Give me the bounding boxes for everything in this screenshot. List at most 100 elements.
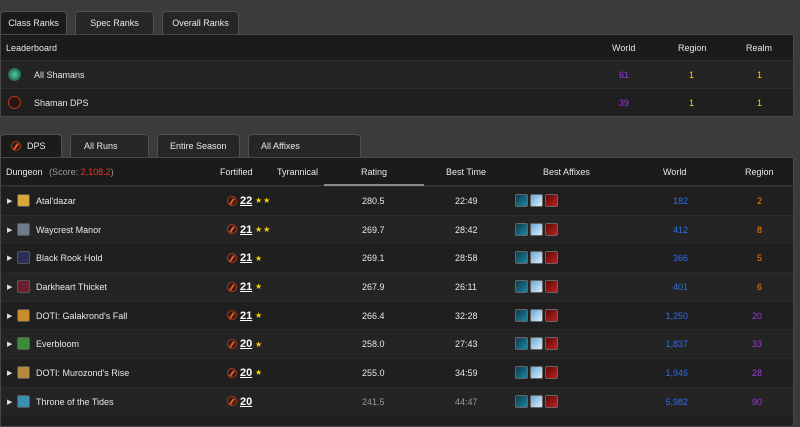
table-row[interactable]: ▶ Darkheart Thicket 21 ★ 267.9 26:11 401… [1,272,793,301]
best-time-value: 28:42 [455,224,478,235]
col-region: Region [678,42,707,53]
realm-rank: 1 [757,69,763,80]
tab-class-ranks[interactable]: Class Ranks [0,11,67,34]
affix-icon[interactable] [515,194,528,207]
affix-icon[interactable] [530,394,543,408]
affix-icon[interactable] [515,394,528,408]
keystone-level[interactable]: 21 [240,252,252,264]
tab-all-runs[interactable]: All Runs [70,134,149,157]
dungeon-name[interactable]: DOTI: Murozond's Rise [36,368,129,378]
col-region[interactable]: Region [745,167,774,177]
score-value: 2,108.2 [80,166,111,177]
tab-entire-season[interactable]: Entire Season [157,134,240,157]
rating-value: 269.7 [362,224,385,235]
expand-caret-icon[interactable]: ▶ [7,226,12,234]
best-time-value: 34:59 [455,367,478,378]
affix-icon[interactable] [515,366,528,380]
upgrade-stars: ★ [255,368,264,378]
affix-icon[interactable] [530,337,543,351]
col-tyrannical[interactable]: Tyrannical [277,167,318,177]
keystone-level[interactable]: 20 [240,367,252,379]
keystone-level[interactable]: 21 [240,224,252,236]
keystone-icon [227,310,237,321]
leaderboard-row-name: Shaman DPS [34,97,89,108]
expand-caret-icon[interactable]: ▶ [7,398,12,406]
upgrade-stars: ★★ [255,225,272,235]
affix-icon[interactable] [530,222,543,236]
dungeon-name[interactable]: Darkheart Thicket [36,282,107,292]
tab-overall-ranks[interactable]: Overall Ranks [162,11,239,34]
dungeon-rows: ▶ Atal'dazar 22 ★★ 280.5 22:49 182 2 ▶ W… [1,186,793,416]
tab-all-affixes[interactable]: All Affixes [248,134,361,157]
affix-icon[interactable] [545,194,558,207]
affix-icon[interactable] [545,308,558,322]
affix-icon[interactable] [515,222,528,236]
affix-icon[interactable] [530,308,543,322]
tab-label: All Affixes [261,141,300,151]
affix-icon[interactable] [545,394,558,408]
dungeon-name[interactable]: Everbloom [36,339,79,349]
expand-caret-icon[interactable]: ▶ [7,340,12,348]
affix-icon[interactable] [545,251,558,265]
affix-icon[interactable] [530,251,543,265]
expand-caret-icon[interactable]: ▶ [7,312,12,320]
affix-icon[interactable] [515,251,528,265]
affix-icon[interactable] [530,194,543,207]
keystone-level[interactable]: 21 [240,310,252,322]
table-row[interactable]: ▶ Black Rook Hold 21 ★ 269.1 28:58 366 5 [1,243,793,272]
col-best-affixes[interactable]: Best Affixes [543,167,590,177]
dungeon-icon [17,337,30,351]
keystone-level[interactable]: 20 [240,338,252,350]
expand-caret-icon[interactable]: ▶ [7,197,12,205]
col-rating[interactable]: Rating [361,167,387,177]
rating-value: 280.5 [362,195,385,206]
col-dungeon: Dungeon [6,166,43,177]
keystone-icon [227,253,237,263]
affix-icon[interactable] [545,366,558,380]
affix-icon[interactable] [515,337,528,351]
world-rank: 182 [672,195,688,206]
expand-caret-icon[interactable]: ▶ [7,254,12,262]
table-row[interactable]: ▶ DOTI: Murozond's Rise 20 ★ 255.0 34:59… [1,358,793,387]
affix-icon[interactable] [530,280,543,294]
dungeon-name[interactable]: DOTI: Galakrond's Fall [36,311,127,321]
table-row[interactable]: ▶ Throne of the Tides 20 241.5 44:47 5,9… [1,386,793,416]
tab-spec-ranks[interactable]: Spec Ranks [75,11,154,34]
upgrade-stars: ★ [255,339,264,349]
keystone-level[interactable]: 20 [240,396,252,408]
affix-icon[interactable] [530,366,543,380]
leaderboard-row[interactable]: Shaman DPS 39 1 1 [1,88,793,116]
region-rank: 6 [756,281,762,292]
dungeon-icon [17,194,30,207]
col-best-time[interactable]: Best Time [446,167,486,177]
expand-caret-icon[interactable]: ▶ [7,283,12,291]
dungeon-icon [17,366,30,380]
world-rank: 39 [619,97,630,108]
affix-icon[interactable] [545,337,558,351]
table-row[interactable]: ▶ DOTI: Galakrond's Fall 21 ★ 266.4 32:2… [1,300,793,330]
affix-icon[interactable] [545,280,558,294]
tab-dps[interactable]: DPS [0,134,62,157]
world-rank: 1,250 [665,310,688,321]
keystone-level[interactable]: 22 [240,195,252,207]
table-row[interactable]: ▶ Atal'dazar 22 ★★ 280.5 22:49 182 2 [1,186,793,215]
region-rank: 90 [751,396,762,407]
col-world[interactable]: World [663,167,686,177]
table-row[interactable]: ▶ Everbloom 20 ★ 258.0 27:43 1,837 33 [1,329,793,359]
leaderboard-row[interactable]: All Shamans 61 1 1 [1,60,793,88]
keystone-level[interactable]: 21 [240,281,252,293]
affix-icon[interactable] [545,222,558,236]
tab-label: Entire Season [170,141,227,151]
world-rank: 412 [672,224,688,235]
expand-caret-icon[interactable]: ▶ [7,369,12,377]
region-rank: 8 [756,224,762,235]
table-row[interactable]: ▶ Waycrest Manor 21 ★★ 269.7 28:42 412 8 [1,214,793,244]
affix-icon[interactable] [515,280,528,294]
affix-icon[interactable] [515,308,528,322]
best-time-value: 27:43 [455,339,478,350]
dungeon-name[interactable]: Throne of the Tides [36,397,114,407]
dungeon-name[interactable]: Black Rook Hold [36,253,103,263]
col-fortified[interactable]: Fortified [220,167,253,177]
dungeon-name[interactable]: Atal'dazar [36,196,76,206]
dungeon-name[interactable]: Waycrest Manor [36,225,101,235]
